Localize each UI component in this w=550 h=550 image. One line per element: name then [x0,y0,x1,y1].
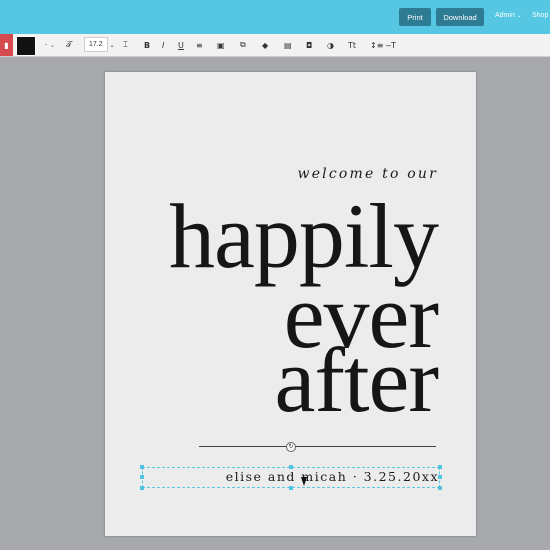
rotate-icon[interactable]: ↻ [286,442,296,452]
chevron-down-icon: ⌄ [516,13,522,19]
admin-menu[interactable]: Admin ⌄ [495,12,522,19]
design-page[interactable]: welcome to our happily ever after ↻ elis… [105,72,476,536]
layers-icon[interactable]: ◆ [262,37,268,53]
crop-icon[interactable]: ▣ [217,37,225,53]
align-right-icon[interactable]: ≡ [196,37,203,53]
line-height-icon[interactable]: ↕≡ [370,37,383,53]
chevron-down-icon: ⌄ [49,41,56,49]
letter-spacing-icon[interactable]: ⌶ [123,37,128,53]
resize-handle[interactable] [140,486,144,490]
admin-menu-label: Admin [495,12,515,19]
download-button[interactable]: Download [436,8,484,26]
font-icon[interactable]: 𝒯 [66,37,72,53]
underline-icon[interactable]: U [178,37,184,53]
duplicate-icon[interactable]: ⧉ [240,37,246,53]
mouse-cursor-icon [301,477,307,486]
opacity-icon[interactable]: ◑ [327,37,334,53]
lock-icon[interactable]: ◘ [306,37,312,53]
names-date-text[interactable]: elise and micah · 3.25.20xx [226,469,439,484]
trash-icon[interactable]: ▮ [0,34,13,56]
font-size-input[interactable]: 17.2 [84,37,108,52]
editor-toolbar: ▮ - ⌄ 𝒯 17.2 ⌄ ⌶ B I U ≡ ▣ ⧉ ◆ ▤ ◘ ◑ Tt … [0,34,550,57]
italic-icon[interactable]: I [162,37,164,53]
shop-menu[interactable]: Shop [532,12,548,19]
chevron-down-icon[interactable]: ⌄ [108,37,116,53]
text-color-swatch[interactable] [16,36,36,56]
bold-icon[interactable]: B [144,37,150,53]
resize-handle[interactable] [140,475,144,479]
resize-handle[interactable] [438,486,442,490]
welcome-text[interactable]: welcome to our [298,166,438,182]
strikethrough-icon[interactable]: ̶T [391,37,396,53]
text-case-icon[interactable]: Tt [348,37,356,53]
resize-handle[interactable] [140,465,144,469]
shop-menu-label: Shop [532,12,549,19]
divider-line[interactable] [199,446,436,447]
print-button[interactable]: Print [399,8,431,26]
copy-icon[interactable]: ▤ [284,37,292,53]
font-dropdown[interactable]: - ⌄ [40,37,60,53]
font-dropdown-value: - [44,41,48,49]
headline-line-3[interactable]: after [274,334,439,426]
top-bar: Print Download Admin ⌄ Shop [0,0,550,34]
resize-handle[interactable] [289,486,293,490]
